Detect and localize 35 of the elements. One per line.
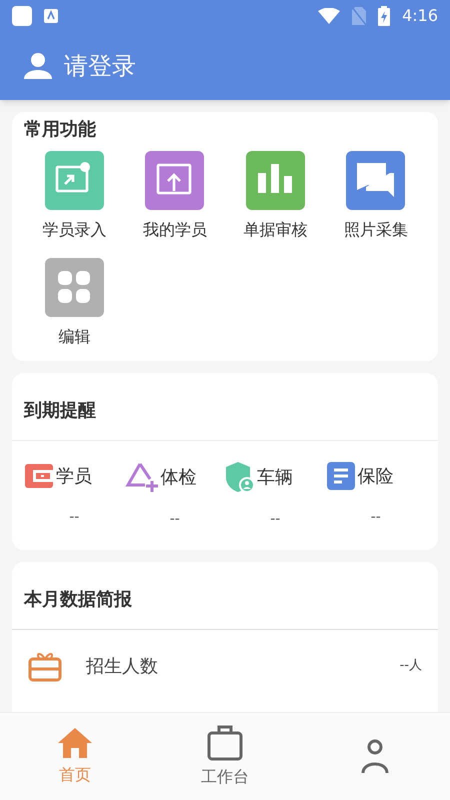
battery-icon — [378, 6, 390, 26]
status-time: 4:16 — [402, 5, 438, 27]
section-title: 常用功能 — [24, 118, 97, 142]
document-icon — [326, 461, 356, 491]
briefcase-icon — [207, 724, 243, 760]
function-tile[interactable]: 学员录入 — [24, 151, 124, 242]
login-prompt[interactable]: 请登录 — [64, 48, 136, 84]
report-value: --人 — [400, 657, 422, 676]
home-icon — [57, 726, 93, 758]
card-icon — [24, 461, 54, 491]
function-tile[interactable]: 单据审核 — [225, 151, 326, 242]
function-tile[interactable]: 照片采集 — [326, 151, 426, 242]
function-tile[interactable]: 我的学员 — [124, 151, 225, 242]
no-sim-icon — [352, 7, 366, 25]
reminder-item[interactable]: 车辆 — [225, 461, 293, 493]
app-icon — [12, 6, 32, 26]
shield-icon — [225, 461, 255, 493]
wifi-icon — [318, 8, 340, 24]
triangle-plus-icon — [124, 461, 158, 493]
gift-icon — [28, 650, 62, 682]
reminder-count: -- — [370, 508, 381, 527]
section-title: 到期提醒 — [12, 373, 438, 441]
section-title: 本月数据简报 — [12, 562, 438, 630]
reminder-count: -- — [170, 510, 180, 529]
reminder-item[interactable]: 学员 — [24, 461, 92, 491]
reminder-item[interactable]: 保险 — [326, 461, 394, 491]
reminder-count: -- — [270, 510, 280, 529]
reminder-count: -- — [69, 508, 80, 527]
report-label: 招生人数 — [86, 654, 159, 678]
function-tile[interactable]: 编辑 — [24, 258, 124, 349]
nav-tab[interactable]: 工作台 — [150, 713, 300, 800]
person-icon — [360, 738, 390, 774]
person-icon — [24, 53, 52, 79]
keyboard-icon — [44, 9, 58, 23]
reminder-item[interactable]: 体检 — [124, 461, 196, 493]
